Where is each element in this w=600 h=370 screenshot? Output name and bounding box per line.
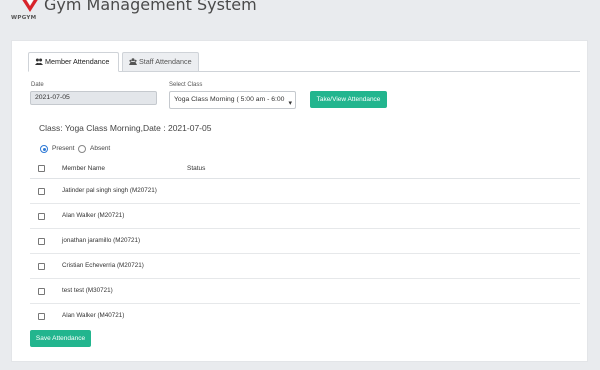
app-title: Gym Management System [44,0,257,14]
table-header: Member Name Status [30,159,580,179]
row-checkbox[interactable] [38,213,45,220]
tab-label: Staff Attendance [139,57,192,66]
row-checkbox[interactable] [38,288,45,295]
member-name: Alan Walker (M40721) [62,312,125,319]
absent-label: Absent [90,145,111,152]
save-attendance-button[interactable]: Save Attendance [30,330,91,347]
tab-staff-attendance[interactable]: Staff Attendance [122,52,199,72]
class-select[interactable]: Yoga Class Morning ( 5:00 am - 6:00 am) … [169,91,296,109]
present-radio[interactable] [40,145,48,153]
member-name: Cristian Echeverria (M20721) [62,262,144,269]
top-bar: WPGYM Gym Management System [0,0,600,28]
table-row: test test (M30721) [30,279,580,304]
member-name: test test (M30721) [62,287,113,294]
logo-text: WPGYM [11,15,37,21]
attendance-card: Member Attendance Staff Attendance Date … [11,40,588,362]
row-checkbox[interactable] [38,188,45,195]
absent-radio[interactable] [78,145,86,153]
member-name: jonathan jaramillo (M20721) [62,237,141,244]
member-name: Alan Walker (M20721) [62,212,125,219]
take-view-attendance-button[interactable]: Take/View Attendance [310,91,387,108]
class-label: Select Class [169,82,203,88]
chevron-down-icon: ▾ [288,100,292,107]
users-icon [35,58,43,65]
date-field[interactable]: 2021-07-05 [30,91,157,105]
tab-label: Member Attendance [45,57,110,66]
row-checkbox[interactable] [38,263,45,270]
attendance-table: Member Name Status Jatinder pal singh si… [30,159,580,329]
user-group-icon [129,58,137,65]
column-header-status: Status [187,165,206,172]
table-row: jonathan jaramillo (M20721) [30,229,580,254]
present-label: Present [52,145,75,152]
select-all-checkbox[interactable] [38,165,45,172]
member-name: Jatinder pal singh singh (M20721) [62,187,157,194]
row-checkbox[interactable] [38,313,45,320]
table-row: Cristian Echeverria (M20721) [30,254,580,279]
class-heading: Class: Yoga Class Morning,Date : 2021-07… [39,123,212,133]
row-checkbox[interactable] [38,238,45,245]
tab-member-attendance[interactable]: Member Attendance [28,52,119,72]
column-header-member-name: Member Name [62,165,105,172]
table-row: Alan Walker (M40721) [30,304,580,329]
class-select-value: Yoga Class Morning ( 5:00 am - 6:00 am) [174,96,286,103]
table-row: Alan Walker (M20721) [30,204,580,229]
date-label: Date [31,82,44,88]
table-row: Jatinder pal singh singh (M20721) [30,179,580,204]
